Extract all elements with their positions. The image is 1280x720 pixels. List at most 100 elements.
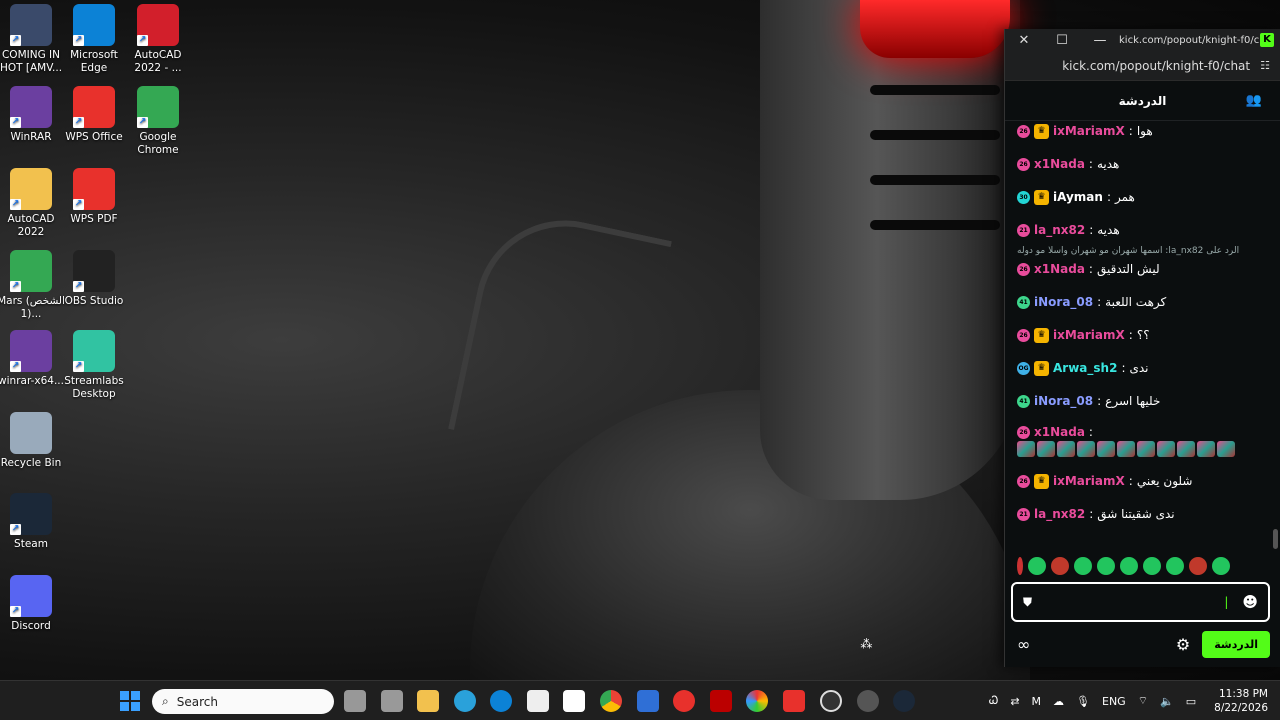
video-file-icon: ↗ [10,4,52,46]
desktop-video-file-shortcut[interactable]: ↗ COMING IN HOT [AMV... [0,4,67,75]
quick-emote[interactable] [1051,557,1069,575]
store-icon[interactable] [527,690,549,712]
chat-username[interactable]: x1Nada [1034,425,1085,439]
netflix-icon[interactable] [710,690,732,712]
windows-start-icon[interactable] [120,691,140,711]
maximize-button[interactable]: ☐ [1043,33,1081,48]
address-url[interactable]: kick.com/popout/knight-f0/chat [1062,59,1250,73]
desktop-streamlabs-shortcut[interactable]: ↗ Streamlabs Desktop [58,330,130,401]
pdf-icon[interactable] [673,690,695,712]
gear-icon[interactable]: ⚙ [1176,635,1190,654]
steam-taskbar-icon[interactable] [893,690,915,712]
chat-username[interactable]: Arwa_sh2 [1053,361,1117,375]
app-icon[interactable] [381,690,403,712]
obs-taskbar-icon[interactable] [820,690,842,712]
tray-icon[interactable]: Ꮗ [989,694,998,708]
separator: : [1128,474,1133,488]
desktop-autocad-shortcut[interactable]: ↗ AutoCAD 2022 - ... [122,4,194,75]
quick-emote[interactable] [1166,557,1184,575]
quick-emote[interactable] [1074,557,1092,575]
file-explorer-icon[interactable] [417,690,439,712]
send-chat-button[interactable]: الدردشة [1202,630,1270,658]
chat-username[interactable]: iAyman [1053,190,1103,204]
quick-emote[interactable] [1143,557,1161,575]
chat-scrollbar[interactable] [1273,529,1278,549]
quick-emote[interactable] [1120,557,1138,575]
clock[interactable]: 11:38 PM 8/22/2026 [1214,687,1268,715]
chat-message[interactable]: 41 iNora_08: كرهت اللعبة [1017,293,1261,311]
chat-message[interactable]: 41 iNora_08: خليها اسرع [1017,392,1261,410]
tray-icon[interactable]: M [1032,695,1042,708]
subscriber-badge: 41 [1017,295,1030,309]
chat-message[interactable]: 26 ♛ ixMariamX: ؟؟ [1017,326,1261,344]
wifi-icon[interactable]: ⌔ [1138,694,1148,708]
chat-username[interactable]: iNora_08 [1034,295,1093,309]
desktop-edge-shortcut[interactable]: ↗ Microsoft Edge [58,4,130,75]
separator: : [1097,295,1102,309]
chat-input[interactable]: ⛊ | ☻ [1011,582,1270,622]
desktop-chrome-shortcut[interactable]: ↗ Mars (الشخص 1)... [0,250,67,321]
chat-username[interactable]: x1Nada [1034,262,1085,276]
chat-username[interactable]: ixMariamX [1053,328,1125,342]
infinity-icon[interactable]: ∞ [1017,635,1030,654]
quick-emote[interactable] [1017,557,1023,575]
microphone-icon[interactable]: 🎙 [1076,695,1090,708]
quick-emote[interactable] [1097,557,1115,575]
desktop-discord-shortcut[interactable]: ↗ Discord [0,575,67,633]
subscriber-badge: 30 [1017,190,1030,204]
edge-taskbar-icon[interactable] [490,690,512,712]
chrome-active-taskbar-icon[interactable] [857,690,879,712]
chat-message[interactable]: 26 ♛ ixMariamX: هوا [1017,122,1261,140]
chrome-taskbar-icon[interactable] [600,690,622,712]
desktop-wps-pdf-shortcut[interactable]: ↗ WPS PDF [58,168,130,226]
chat-username[interactable]: iNora_08 [1034,394,1093,408]
desktop-steam-shortcut[interactable]: ↗ Steam [0,493,67,551]
chat-message[interactable]: 26 x1Nada: هديه [1017,155,1261,173]
minimize-button[interactable]: — [1081,33,1119,48]
chat-username[interactable]: la_nx82 [1034,223,1085,237]
media-icon[interactable] [563,690,585,712]
telegram-icon[interactable] [454,690,476,712]
language-indicator[interactable]: ENG [1102,695,1126,708]
chat-message[interactable]: 26 x1Nada: [1017,425,1261,457]
chat-message[interactable]: 21 la_nx82: ندى شقيتنا شق [1017,505,1261,523]
chat-username[interactable]: la_nx82 [1034,507,1085,521]
chat-message[interactable]: 26 x1Nada: ليش التدقيق [1017,260,1261,278]
quick-emote[interactable] [1028,557,1046,575]
quick-emote[interactable] [1189,557,1207,575]
colorful-app-icon[interactable] [746,690,768,712]
desktop-wps-office-shortcut[interactable]: ↗ WPS Office [58,86,130,144]
battery-icon[interactable]: ▭ [1186,695,1196,708]
separator: : [1088,262,1093,276]
volume-icon[interactable]: 🔈 [1160,695,1174,708]
chat-message[interactable]: 30 ♛ iAyman: همر [1017,188,1261,206]
chat-message[interactable]: OG ♛ Arwa_sh2: ندى [1017,359,1261,377]
points-icon[interactable]: ⁂ [860,637,872,651]
wps-taskbar-icon[interactable] [783,690,805,712]
taskbar-search[interactable]: ⌕ Search [152,689,334,714]
desktop-obs-shortcut[interactable]: ↗ OBS Studio [58,250,130,308]
desktop-recycle-bin-shortcut[interactable]: Recycle Bin [0,412,67,470]
chat-message[interactable]: 21 la_nx82: هديه [1017,221,1261,239]
chat-username[interactable]: x1Nada [1034,157,1085,171]
desktop-winrar-shortcut[interactable]: ↗ WinRAR [0,86,67,144]
separator: : [1089,223,1094,237]
emoji-icon[interactable]: ☻ [1242,593,1258,611]
messaging-icon[interactable] [637,690,659,712]
close-window-button[interactable]: ✕ [1005,33,1043,48]
quick-emote[interactable] [1212,557,1230,575]
window-title: kick.com/popout/knight-f0/c... [1119,34,1260,46]
chat-username[interactable]: ixMariamX [1053,124,1125,138]
site-settings-icon[interactable]: ☷ [1260,59,1270,72]
desktop-chrome-shortcut[interactable]: ↗ Google Chrome [122,86,194,157]
tray-icon[interactable]: ⇄ [1010,695,1019,708]
chat-message[interactable]: 26 ♛ ixMariamX: شلون يعني [1017,472,1261,490]
chat-messages[interactable]: 26 ♛ ixMariamX: هوا 26 x1Nada: هديه 30 ♛ iAyman: ه… [1005,122,1273,578]
desktop-folder-shortcut[interactable]: ↗ AutoCAD 2022 [0,168,67,239]
cloud-icon[interactable]: ☁ [1053,695,1064,708]
chat-username[interactable]: ixMariamX [1053,474,1125,488]
users-icon[interactable]: 👥 [1246,93,1262,108]
task-view-icon[interactable] [344,690,366,712]
shield-icon[interactable]: ⛊ [1023,595,1032,610]
desktop-winrar-shortcut[interactable]: ↗ winrar-x64... [0,330,67,388]
